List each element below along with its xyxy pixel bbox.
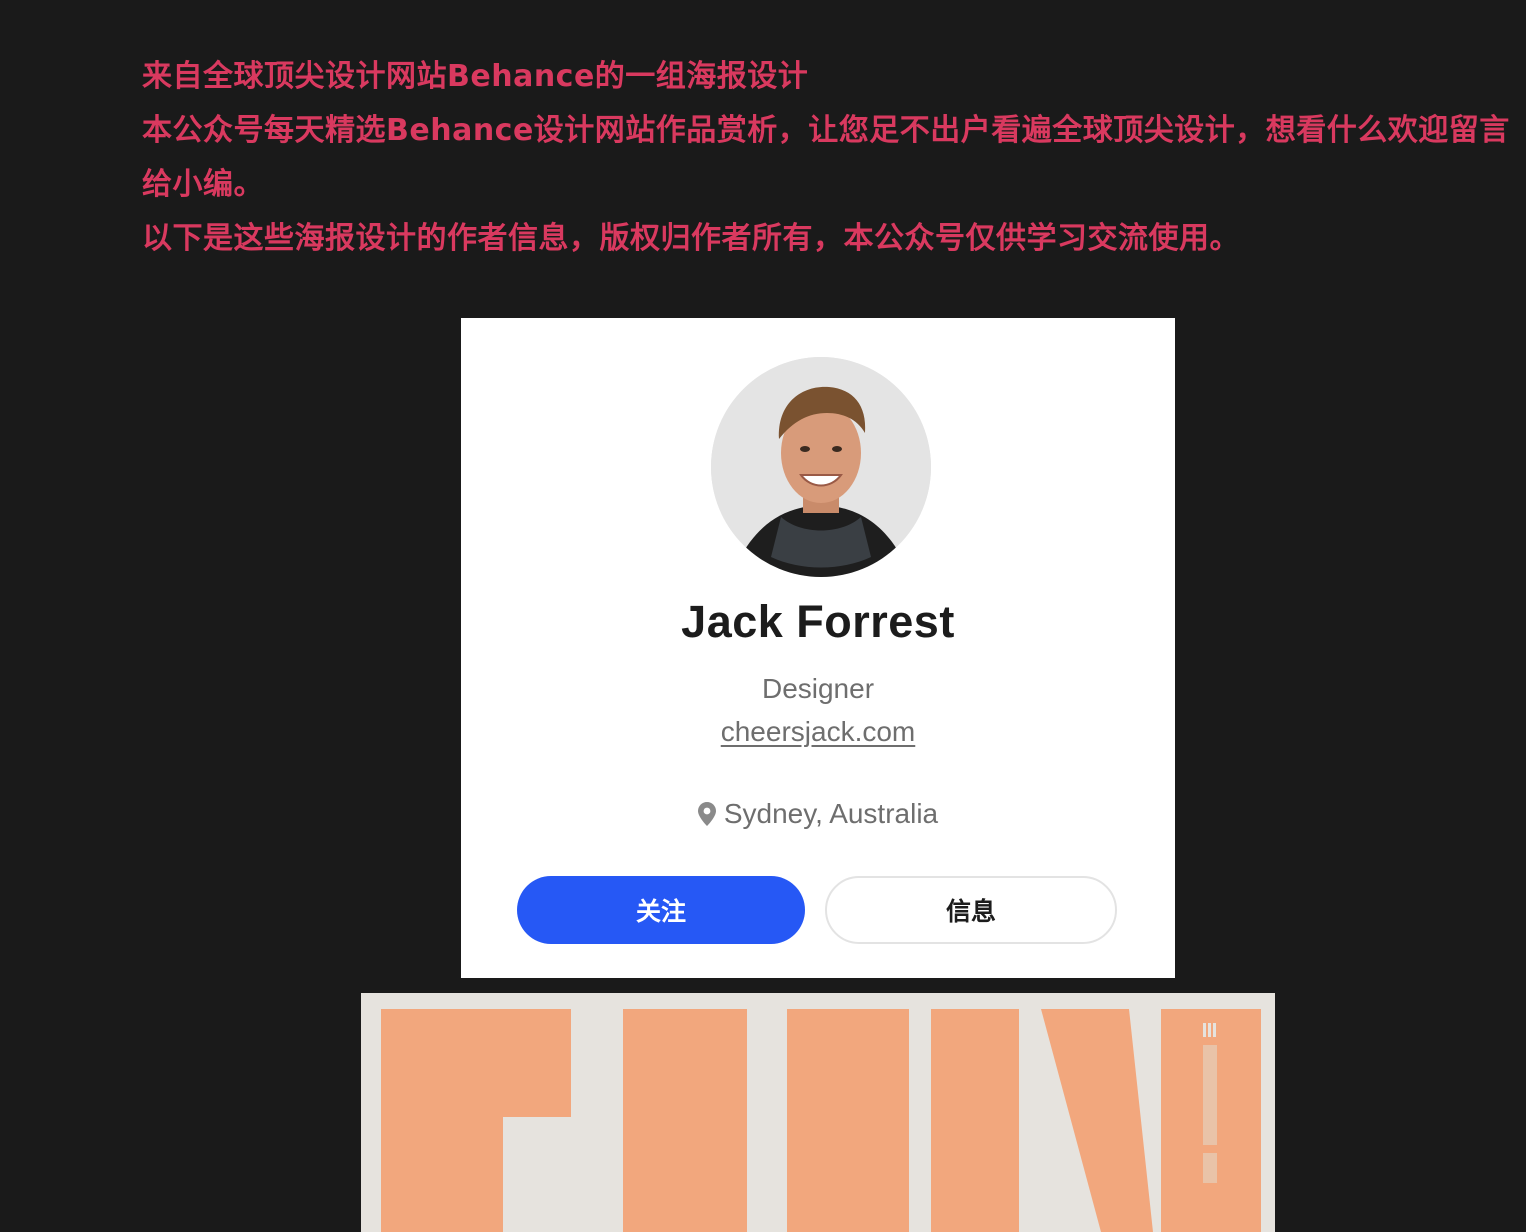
poster-artwork	[361, 993, 1275, 1232]
poster-preview	[361, 993, 1275, 1232]
profile-website-link[interactable]: cheersjack.com	[461, 716, 1175, 748]
profile-location-text: Sydney, Australia	[723, 798, 939, 829]
avatar-photo	[711, 357, 931, 577]
avatar[interactable]	[711, 357, 931, 577]
profile-location: Sydney, Australia	[461, 798, 1175, 830]
profile-name: Jack Forrest	[681, 596, 955, 647]
intro-line-2: 本公众号每天精选Behance设计网站作品赏析，让您足不出户看遍全球顶尖设计，想…	[142, 113, 1510, 202]
intro-line-3: 以下是这些海报设计的作者信息，版权归作者所有，本公众号仅供学习交流使用。	[142, 221, 1240, 256]
intro-line-1: 来自全球顶尖设计网站Behance的一组海报设计	[142, 59, 809, 94]
intro-text: 来自全球顶尖设计网站Behance的一组海报设计 本公众号每天精选Behance…	[142, 50, 1512, 266]
profile-card: Jack Forrest Designer cheersjack.com Syd…	[461, 318, 1175, 978]
profile-role: Designer	[761, 673, 875, 704]
follow-button[interactable]: 关注	[517, 876, 805, 944]
message-button[interactable]: 信息	[825, 876, 1117, 944]
map-pin-icon	[697, 802, 716, 826]
